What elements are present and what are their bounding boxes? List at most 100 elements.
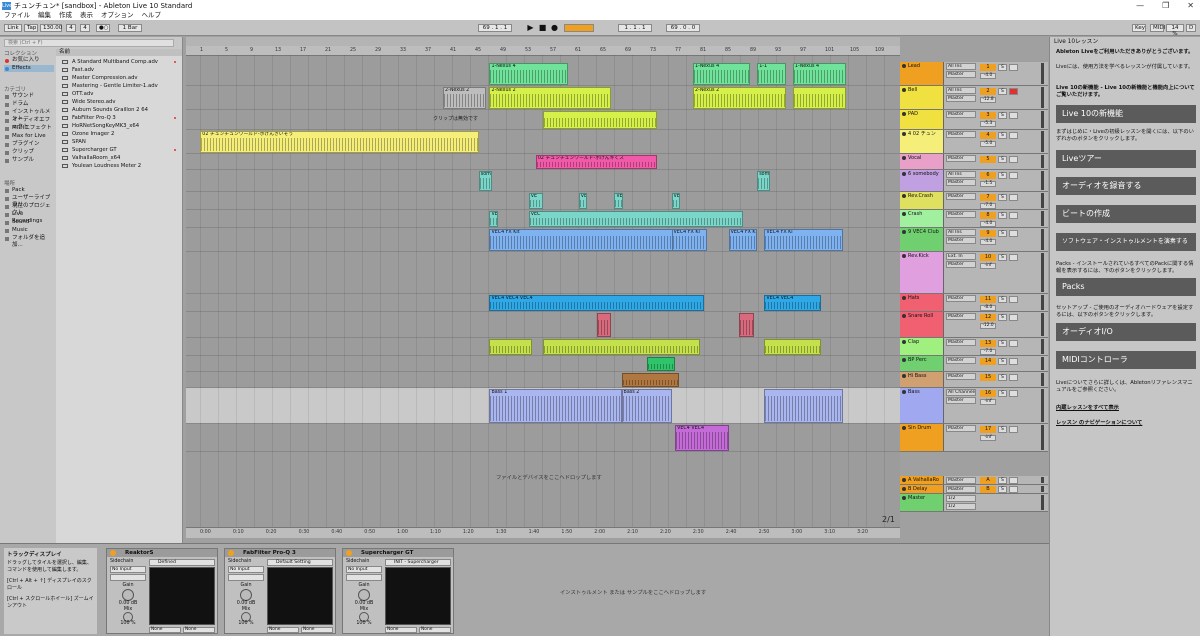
solo-button[interactable]: S (998, 358, 1007, 365)
fold-arrow-icon[interactable] (902, 390, 906, 394)
place-live-recordings[interactable]: Live Recordings (4, 211, 54, 224)
track-activator-button[interactable]: 4 (980, 132, 996, 139)
power-icon[interactable] (110, 550, 116, 556)
track-title-bar[interactable]: Vocal (900, 154, 944, 169)
record-icon[interactable]: ● (550, 23, 559, 33)
track-title-bar[interactable]: Master (900, 494, 944, 511)
track-activator-button[interactable]: 8 (980, 212, 996, 219)
solo-button[interactable]: S (998, 88, 1007, 95)
solo-button[interactable]: S (998, 172, 1007, 179)
arrangement-clip[interactable]: VE (578, 193, 588, 209)
lesson-tour-button[interactable]: Liveツアー (1056, 150, 1196, 168)
track-header[interactable]: Hi Bass Master 15 S (900, 372, 1048, 388)
track-output-select[interactable]: Master (946, 131, 976, 138)
browser-search-input[interactable]: 検索 (Ctrl + F) (4, 39, 174, 47)
solo-button[interactable]: S (998, 230, 1007, 237)
track-header[interactable]: BP Perc Master 14 S (900, 356, 1048, 372)
category-audio-effects[interactable]: オーディオエフェクト (4, 117, 54, 130)
plugin-display[interactable] (149, 567, 215, 625)
track-header[interactable]: Master 1/2 1/2 (900, 494, 1048, 512)
track-output-select[interactable]: Master (946, 211, 976, 218)
arrangement-clip[interactable]: 2-Nexus 2 (489, 87, 611, 109)
mix-value[interactable]: 100 % (228, 621, 264, 627)
solo-button[interactable]: S (998, 426, 1007, 433)
track-input-select[interactable]: 1/2 (946, 495, 976, 502)
track-title-bar[interactable]: Hi Bass (900, 372, 944, 387)
arrangement-clip[interactable]: VEC4 VEC4 (764, 295, 822, 311)
device-title[interactable]: Supercharger GT (343, 549, 453, 557)
track-output-select[interactable]: Master (946, 261, 976, 268)
stop-icon[interactable]: ■ (538, 23, 547, 33)
track-header[interactable]: Vocal Master 5 S (900, 154, 1048, 170)
place-packs[interactable]: Pack (4, 187, 54, 194)
track-title-bar[interactable]: 9 VEC4 Club (900, 228, 944, 251)
plugin-device[interactable]: ReaktorS Sidechain No Input Gain 0.00 dB Mix 1… (106, 548, 218, 634)
track-activator-button[interactable]: A (980, 477, 996, 484)
arrangement-lanes[interactable]: ファイルとデバイスをここへドロップします クリップは無効です 1-Nexus 4… (186, 55, 900, 527)
menu-options[interactable]: オプション (101, 11, 134, 20)
fold-arrow-icon[interactable] (902, 426, 906, 430)
arrangement-clip[interactable]: VEC4 FX Ki (728, 229, 758, 251)
arrangement-clip[interactable]: VEC (528, 211, 743, 227)
category-plugins[interactable]: プラグイン (4, 141, 54, 148)
lesson-new-features-button[interactable]: Live 10の新機能 (1056, 105, 1196, 123)
volume-field[interactable]: -4.0 (980, 239, 996, 245)
power-icon[interactable] (228, 550, 234, 556)
gain-knob[interactable] (240, 589, 252, 601)
track-title-bar[interactable]: Crash (900, 210, 944, 227)
browser-file-item[interactable]: Auburn Sounds Graillon 2 64 (56, 106, 182, 114)
track-output-select[interactable]: Master (946, 357, 976, 364)
track-output-select[interactable]: Master (946, 477, 976, 484)
arrangement-clip[interactable]: VE (489, 211, 498, 227)
category-samples[interactable]: サンプル (4, 157, 54, 164)
menu-help[interactable]: ヘルプ (142, 11, 162, 20)
arm-button[interactable] (1009, 132, 1018, 139)
track-activator-button[interactable]: 15 (980, 374, 996, 381)
solo-button[interactable]: S (998, 156, 1007, 163)
name-column-header[interactable]: 名前 (56, 49, 182, 56)
track-activator-button[interactable]: 10 (980, 254, 996, 261)
arm-button[interactable] (1009, 296, 1018, 303)
browser-file-item[interactable]: Youlean Loudness Meter 2 (56, 162, 182, 170)
track-header[interactable]: Rev.Kick Ext. In Master 10 S -inf (900, 252, 1048, 294)
track-activator-button[interactable]: 3 (980, 112, 996, 119)
track-output-select[interactable]: Master (946, 237, 976, 244)
track-input-select[interactable]: Ext. In (946, 253, 976, 260)
time-sig-numerator[interactable]: 4 (66, 24, 76, 32)
track-activator-button[interactable]: 7 (980, 194, 996, 201)
arrangement-clip[interactable]: VEC4 VEC4 VEC4 (489, 295, 704, 311)
track-activator-button[interactable]: 5 (980, 156, 996, 163)
arrangement-clip[interactable] (621, 373, 679, 387)
solo-button[interactable]: S (998, 64, 1007, 71)
arrangement-clip[interactable]: 1-1 (757, 63, 786, 85)
arrangement-lane[interactable] (186, 356, 900, 372)
arrangement-lane[interactable] (186, 170, 900, 192)
fold-arrow-icon[interactable] (902, 132, 906, 136)
device-title[interactable]: FabFilter Pro-Q 3 (225, 549, 335, 557)
mix-value[interactable]: 100 % (110, 621, 146, 627)
browser-file-item[interactable]: Ozone Imager 2 (56, 130, 182, 138)
lesson-beat-button[interactable]: ビートの作成 (1056, 205, 1196, 223)
track-output-select[interactable]: Master (946, 313, 976, 320)
track-header[interactable]: Sin Drum Master 17 S -inf (900, 424, 1048, 452)
arrangement-position[interactable]: 69 . 1 . 1 (478, 24, 512, 32)
volume-field[interactable]: -inf (980, 263, 996, 269)
menu-create[interactable]: 作成 (59, 11, 72, 20)
menu-file[interactable]: ファイル (4, 11, 30, 20)
track-output-select[interactable]: Master (946, 71, 976, 78)
track-output-select[interactable]: Master (946, 95, 976, 102)
solo-button[interactable]: S (998, 112, 1007, 119)
fold-arrow-icon[interactable] (902, 478, 906, 482)
fold-arrow-icon[interactable] (902, 212, 906, 216)
place-sound[interactable]: Sound (4, 219, 54, 226)
arm-button[interactable] (1009, 426, 1018, 433)
arm-button[interactable] (1009, 112, 1018, 119)
arrangement-clip[interactable]: 02 チュンチュンワールド-ホげんキくス (535, 155, 658, 169)
time-ruler[interactable]: 0:00 0:10 0:20 0:30 0:40 0:50 1:00 1:10 1:20 1:30… (186, 527, 900, 538)
arrangement-clip[interactable] (543, 111, 658, 129)
arrangement-clip[interactable]: VEC4 FX Ki (671, 229, 708, 251)
track-title-bar[interactable]: Clap (900, 338, 944, 355)
browser-file-item[interactable]: Fast.adv (56, 66, 182, 74)
track-activator-button[interactable]: 6 (980, 172, 996, 179)
volume-field[interactable]: -1.5 (980, 181, 996, 187)
